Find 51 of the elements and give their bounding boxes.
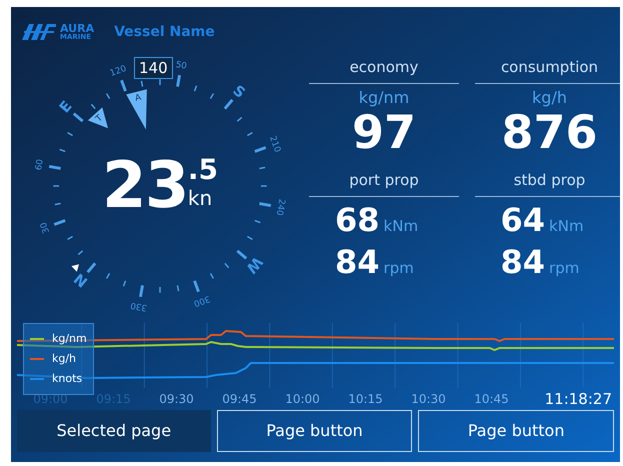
time-label: 10:45 bbox=[473, 391, 510, 408]
page-button[interactable]: Page button bbox=[216, 410, 412, 452]
speed-unit: kn bbox=[188, 188, 212, 208]
vessel-name: Vessel Name bbox=[114, 22, 215, 42]
speed-decimal: .5 bbox=[188, 156, 218, 184]
gauge-title: stbd prop bbox=[514, 170, 586, 190]
gauge-unit: kg/h bbox=[532, 88, 567, 108]
speed-value: 23 bbox=[102, 154, 188, 218]
heading-readout: 140 bbox=[134, 57, 173, 79]
compass-label: N bbox=[70, 270, 92, 290]
heading-pointer: T bbox=[88, 107, 108, 128]
logo-wordmark: AURA bbox=[60, 23, 94, 34]
logo-icon bbox=[22, 24, 56, 40]
heading-pointer: A bbox=[126, 89, 147, 130]
time-label: 10:15 bbox=[347, 391, 384, 408]
gauge-title: consumption bbox=[500, 57, 598, 77]
compass-label: 60 bbox=[34, 158, 46, 172]
legend-label: kg/nm bbox=[52, 331, 87, 347]
compass-label: 330 bbox=[130, 300, 148, 312]
legend-label: kg/h bbox=[52, 351, 76, 367]
compass-label: W bbox=[242, 253, 266, 277]
gauge-value: 84 bbox=[500, 243, 546, 281]
compass-label: 50 bbox=[174, 60, 188, 72]
compass-label: E bbox=[56, 98, 76, 116]
time-label: 10:30 bbox=[410, 391, 447, 408]
gauge-unit: rpm bbox=[549, 258, 580, 279]
gauge-title: port prop bbox=[349, 170, 419, 190]
compass-label: S bbox=[229, 82, 248, 102]
time-label: 09:45 bbox=[221, 391, 258, 408]
time-label: 09:30 bbox=[158, 391, 195, 408]
north-marker-icon bbox=[71, 264, 80, 272]
page-button[interactable]: Page button bbox=[418, 410, 614, 452]
gauge-value: 876 bbox=[501, 108, 598, 156]
compass-label: 120 bbox=[108, 64, 128, 80]
gauge-unit: rpm bbox=[384, 258, 414, 279]
compass-label: 30 bbox=[38, 220, 52, 235]
gauge-value: 64 bbox=[500, 201, 546, 239]
gauge-value: 84 bbox=[335, 243, 380, 281]
gauge-title: economy bbox=[350, 57, 418, 77]
compass-label: 300 bbox=[192, 292, 212, 308]
legend-label: knots bbox=[52, 371, 82, 387]
gauge-unit: kNm bbox=[549, 216, 584, 237]
time-label: 10:00 bbox=[284, 391, 321, 408]
gauge-unit: kNm bbox=[384, 216, 418, 237]
gauge-value: 68 bbox=[335, 201, 380, 239]
gauge-unit: kg/nm bbox=[358, 88, 410, 108]
gauge-value: 97 bbox=[352, 108, 416, 156]
compass-label: 240 bbox=[274, 198, 286, 216]
page-button[interactable]: Selected page bbox=[17, 410, 211, 452]
compass-label: 210 bbox=[266, 134, 282, 154]
clock: 11:18:27 bbox=[544, 388, 612, 410]
